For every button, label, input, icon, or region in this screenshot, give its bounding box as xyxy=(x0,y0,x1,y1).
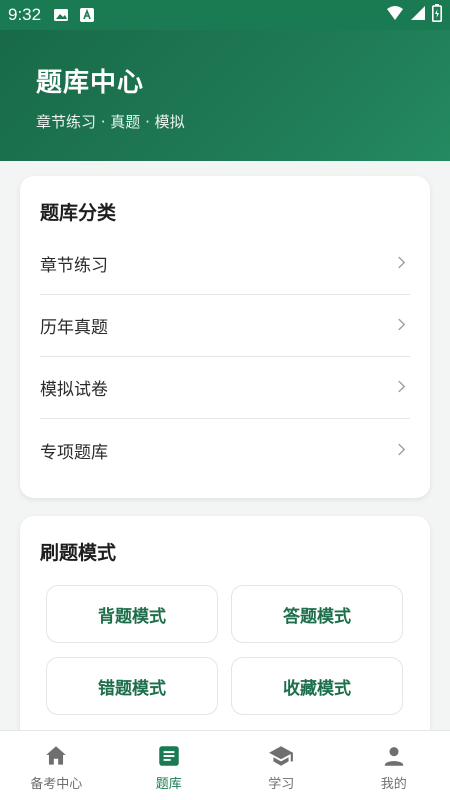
nav-item-profile[interactable]: 我的 xyxy=(338,731,450,800)
category-card-title: 题库分类 xyxy=(40,202,117,224)
cellular-signal-icon xyxy=(410,5,426,25)
practice-mode-card-title: 刷题模式 xyxy=(40,542,117,564)
category-card: 题库分类 章节练习 历年真题 模拟试卷 专项题库 xyxy=(20,176,430,498)
answer-mode-button[interactable]: 答题模式 xyxy=(231,585,403,643)
status-time: 9:32 xyxy=(8,5,42,24)
page-header: 题库中心 章节练习 · 真题 · 模拟 xyxy=(0,30,450,161)
bottom-navigation: 备考中心 题库 学习 我的 xyxy=(0,730,450,800)
practice-mode-card: 刷题模式 背题模式 答题模式 错题模式 收藏模式 xyxy=(20,516,430,756)
wrong-questions-mode-button[interactable]: 错题模式 xyxy=(46,657,218,715)
category-item-chapter-practice[interactable]: 章节练习 xyxy=(40,233,410,295)
nav-item-question-bank[interactable]: 题库 xyxy=(113,731,226,800)
image-icon xyxy=(53,7,69,23)
nav-label: 学习 xyxy=(268,777,295,792)
person-icon xyxy=(384,747,403,766)
category-item-label: 章节练习 xyxy=(40,256,108,276)
nav-item-study[interactable]: 学习 xyxy=(225,731,338,800)
status-bar: 9:32 xyxy=(0,0,450,30)
battery-icon xyxy=(432,4,442,26)
app-notification-icon xyxy=(79,7,95,23)
chevron-right-icon xyxy=(397,254,406,273)
category-list: 章节练习 历年真题 模拟试卷 专项题库 xyxy=(40,233,410,481)
practice-mode-grid: 背题模式 答题模式 错题模式 收藏模式 xyxy=(40,585,410,715)
chevron-right-icon xyxy=(397,378,406,397)
page-subtitle: 章节练习 · 真题 · 模拟 xyxy=(36,113,185,131)
nav-label: 备考中心 xyxy=(30,777,83,792)
graduation-cap-icon xyxy=(269,746,294,766)
wifi-icon xyxy=(386,5,404,25)
favorites-mode-button[interactable]: 收藏模式 xyxy=(231,657,403,715)
category-item-mock-papers[interactable]: 模拟试卷 xyxy=(40,357,410,419)
nav-label: 题库 xyxy=(155,777,182,792)
chevron-right-icon xyxy=(397,441,406,460)
nav-item-exam-center[interactable]: 备考中心 xyxy=(0,731,113,800)
category-item-label: 模拟试卷 xyxy=(40,380,108,400)
question-bank-icon xyxy=(159,746,179,766)
home-icon xyxy=(46,746,66,765)
category-item-past-exams[interactable]: 历年真题 xyxy=(40,295,410,357)
page-title: 题库中心 xyxy=(36,68,145,98)
category-item-label: 专项题库 xyxy=(40,442,108,463)
category-item-label: 历年真题 xyxy=(40,318,108,338)
recite-mode-button[interactable]: 背题模式 xyxy=(46,585,218,643)
chevron-right-icon xyxy=(397,316,406,335)
category-item-special-topics[interactable]: 专项题库 xyxy=(40,419,410,481)
nav-label: 我的 xyxy=(380,777,407,792)
